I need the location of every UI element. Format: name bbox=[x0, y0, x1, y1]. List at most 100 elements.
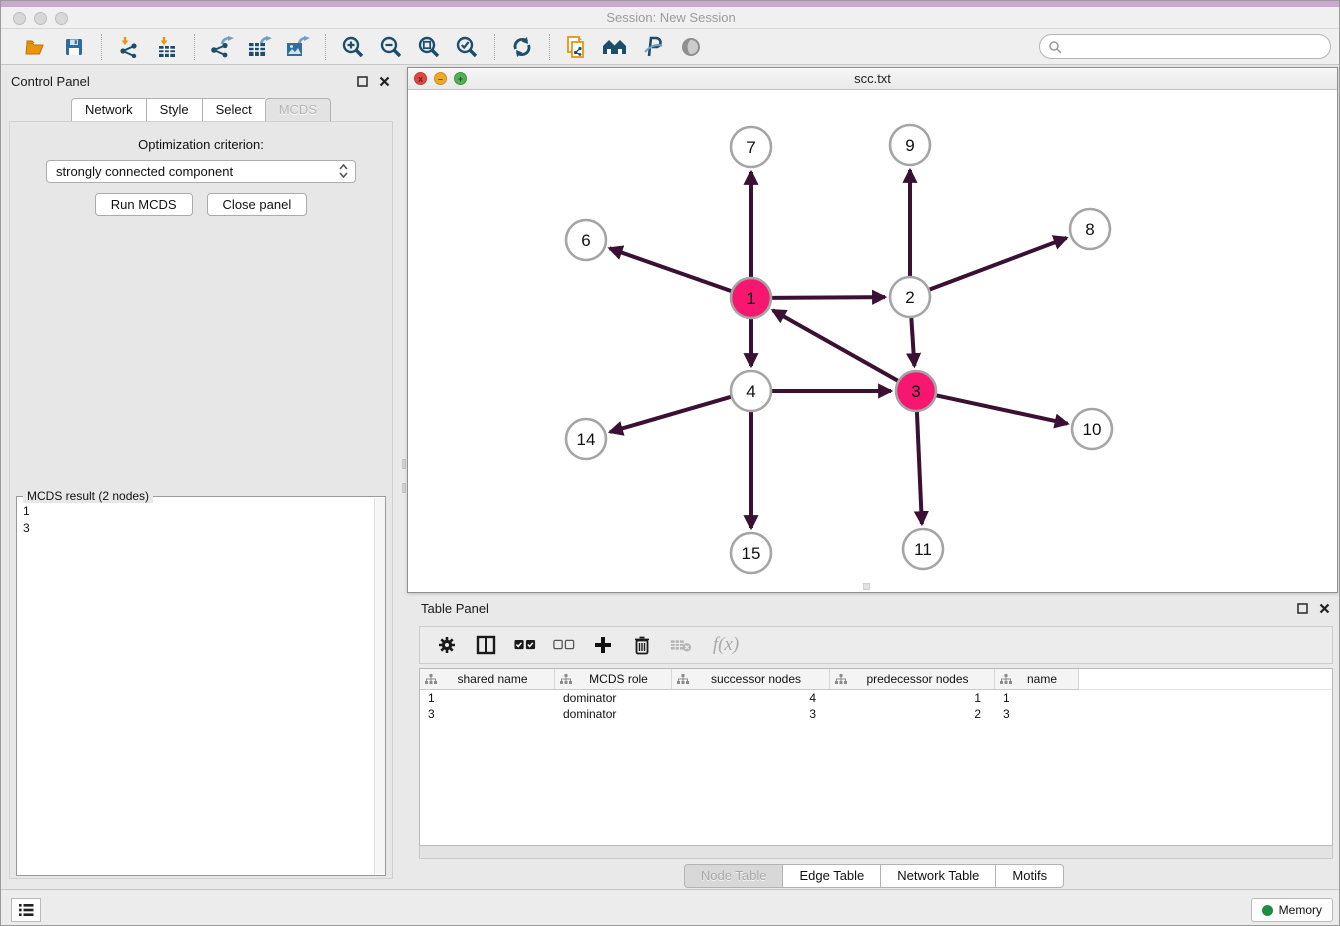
save-session-button[interactable] bbox=[61, 34, 87, 60]
graph-edge-3-1[interactable] bbox=[773, 310, 899, 381]
graph-edge-2-8[interactable] bbox=[929, 238, 1067, 290]
zoom-fit-button[interactable] bbox=[416, 34, 442, 60]
tab-edge-table[interactable]: Edge Table bbox=[782, 864, 880, 888]
graph-node-label: 4 bbox=[746, 382, 755, 401]
column-header-successor-nodes[interactable]: successor nodes bbox=[672, 669, 830, 690]
memory-button[interactable]: Memory bbox=[1251, 898, 1333, 922]
table-row[interactable]: 1dominator411 bbox=[420, 690, 1332, 706]
graph-node-1[interactable]: 1 bbox=[731, 278, 771, 318]
table-cell[interactable]: dominator bbox=[555, 690, 672, 706]
hierarchy-icon bbox=[1000, 674, 1012, 685]
table-cell[interactable]: 1 bbox=[420, 690, 555, 706]
tab-network[interactable]: Network bbox=[71, 98, 146, 122]
table-cell[interactable]: 3 bbox=[995, 706, 1079, 722]
network-frame-titlebar[interactable]: x – + scc.txt bbox=[408, 68, 1337, 90]
table-toolbar: f(x) bbox=[419, 626, 1333, 664]
search-input[interactable] bbox=[1062, 37, 1330, 57]
graph-node-7[interactable]: 7 bbox=[731, 127, 771, 167]
network-canvas[interactable]: 7 9 6 8 1 2 4 3 14 10 15 11 bbox=[408, 90, 1337, 592]
export-network-button[interactable] bbox=[209, 34, 235, 60]
hierarchy-icon bbox=[560, 674, 572, 685]
export-image-button[interactable] bbox=[285, 34, 311, 60]
delete-table-icon bbox=[670, 637, 692, 653]
table-row[interactable]: 3dominator323 bbox=[420, 706, 1332, 722]
close-table-panel-icon[interactable] bbox=[1318, 602, 1331, 615]
zoom-selected-button[interactable] bbox=[454, 34, 480, 60]
graph-node-4[interactable]: 4 bbox=[731, 371, 771, 411]
export-table-button[interactable] bbox=[247, 34, 273, 60]
graph-edge-3-10[interactable] bbox=[936, 395, 1068, 424]
close-panel-button[interactable]: Close panel bbox=[207, 193, 308, 216]
float-table-panel-icon[interactable] bbox=[1296, 602, 1309, 615]
graph-node-8[interactable]: 8 bbox=[1070, 209, 1110, 249]
import-table-button[interactable] bbox=[154, 34, 180, 60]
deselect-all-rows-button[interactable] bbox=[553, 634, 575, 656]
open-session-button[interactable] bbox=[23, 34, 49, 60]
zoom-in-button[interactable] bbox=[340, 34, 366, 60]
close-panel-icon[interactable] bbox=[378, 75, 391, 88]
table-cell[interactable]: dominator bbox=[555, 706, 672, 722]
graph-edge-4-14[interactable] bbox=[610, 397, 732, 432]
graph-edge-1-6[interactable] bbox=[610, 248, 733, 291]
import-network-button[interactable] bbox=[116, 34, 142, 60]
table-cell[interactable]: 4 bbox=[672, 690, 830, 706]
run-mcds-button[interactable]: Run MCDS bbox=[95, 193, 193, 216]
apply-function-button[interactable]: f(x) bbox=[709, 634, 743, 656]
tab-style[interactable]: Style bbox=[146, 98, 202, 122]
show-graphics-details-button[interactable] bbox=[678, 34, 704, 60]
result-scrollbar[interactable] bbox=[374, 498, 385, 874]
graph-node-label: 15 bbox=[742, 544, 761, 563]
column-header-predecessor-nodes[interactable]: predecessor nodes bbox=[830, 669, 995, 690]
tab-node-table[interactable]: Node Table bbox=[684, 864, 783, 888]
table-cell[interactable]: 1 bbox=[995, 690, 1079, 706]
graph-node-label: 10 bbox=[1083, 420, 1102, 439]
zoom-out-button[interactable] bbox=[378, 34, 404, 60]
task-history-button[interactable] bbox=[11, 898, 41, 922]
graph-node-2[interactable]: 2 bbox=[890, 277, 930, 317]
table-cell[interactable]: 2 bbox=[830, 706, 995, 722]
select-all-rows-button[interactable] bbox=[514, 634, 536, 656]
column-header-name[interactable]: name bbox=[995, 669, 1079, 690]
graph-node-3[interactable]: 3 bbox=[896, 371, 936, 411]
clone-network-button[interactable] bbox=[564, 34, 590, 60]
table-cell[interactable]: 3 bbox=[420, 706, 555, 722]
graph-edge-2-3[interactable] bbox=[911, 317, 914, 366]
control-panel-tabs: Network Style Select MCDS bbox=[1, 98, 401, 122]
first-neighbors-button[interactable] bbox=[602, 34, 628, 60]
criterion-select[interactable]: strongly connected component bbox=[46, 160, 356, 183]
float-panel-icon[interactable] bbox=[356, 75, 369, 88]
column-header-shared-name[interactable]: shared name bbox=[420, 669, 555, 690]
add-column-button[interactable] bbox=[592, 634, 614, 656]
table-cell[interactable]: 3 bbox=[672, 706, 830, 722]
mcds-result-box: MCDS result (2 nodes) 1 3 bbox=[16, 496, 386, 876]
control-panel-title: Control Panel bbox=[11, 74, 90, 89]
network-graph[interactable]: 7 9 6 8 1 2 4 3 14 10 15 11 bbox=[408, 90, 1337, 592]
table-cell[interactable]: 1 bbox=[830, 690, 995, 706]
hierarchy-icon bbox=[677, 674, 689, 685]
graph-node-14[interactable]: 14 bbox=[566, 419, 606, 459]
table-settings-button[interactable] bbox=[436, 634, 458, 656]
tab-mcds[interactable]: MCDS bbox=[265, 98, 331, 122]
refresh-view-button[interactable] bbox=[509, 34, 535, 60]
graph-node-11[interactable]: 11 bbox=[903, 529, 943, 569]
graph-node-15[interactable]: 15 bbox=[731, 533, 771, 573]
apply-style-button[interactable] bbox=[640, 34, 666, 60]
mcds-result-line: 1 bbox=[23, 503, 367, 520]
graph-node-9[interactable]: 9 bbox=[890, 125, 930, 165]
graph-node-6[interactable]: 6 bbox=[566, 220, 606, 260]
delete-table-button[interactable] bbox=[670, 634, 692, 656]
graph-node-10[interactable]: 10 bbox=[1072, 409, 1112, 449]
tab-select[interactable]: Select bbox=[202, 98, 265, 122]
table-hscrollbar[interactable] bbox=[419, 846, 1333, 859]
frame-resize-grip[interactable] bbox=[863, 583, 870, 590]
graph-edge-1-2[interactable] bbox=[771, 297, 885, 298]
node-table[interactable]: shared nameMCDS rolesuccessor nodesprede… bbox=[419, 668, 1333, 846]
column-header-MCDS-role[interactable]: MCDS role bbox=[555, 669, 672, 690]
hierarchy-icon bbox=[835, 674, 847, 685]
plus-icon bbox=[593, 635, 613, 655]
tab-network-table[interactable]: Network Table bbox=[880, 864, 995, 888]
delete-columns-button[interactable] bbox=[631, 634, 653, 656]
tab-motifs[interactable]: Motifs bbox=[995, 864, 1064, 888]
graph-edge-3-11[interactable] bbox=[917, 411, 922, 524]
column-layout-button[interactable] bbox=[475, 634, 497, 656]
